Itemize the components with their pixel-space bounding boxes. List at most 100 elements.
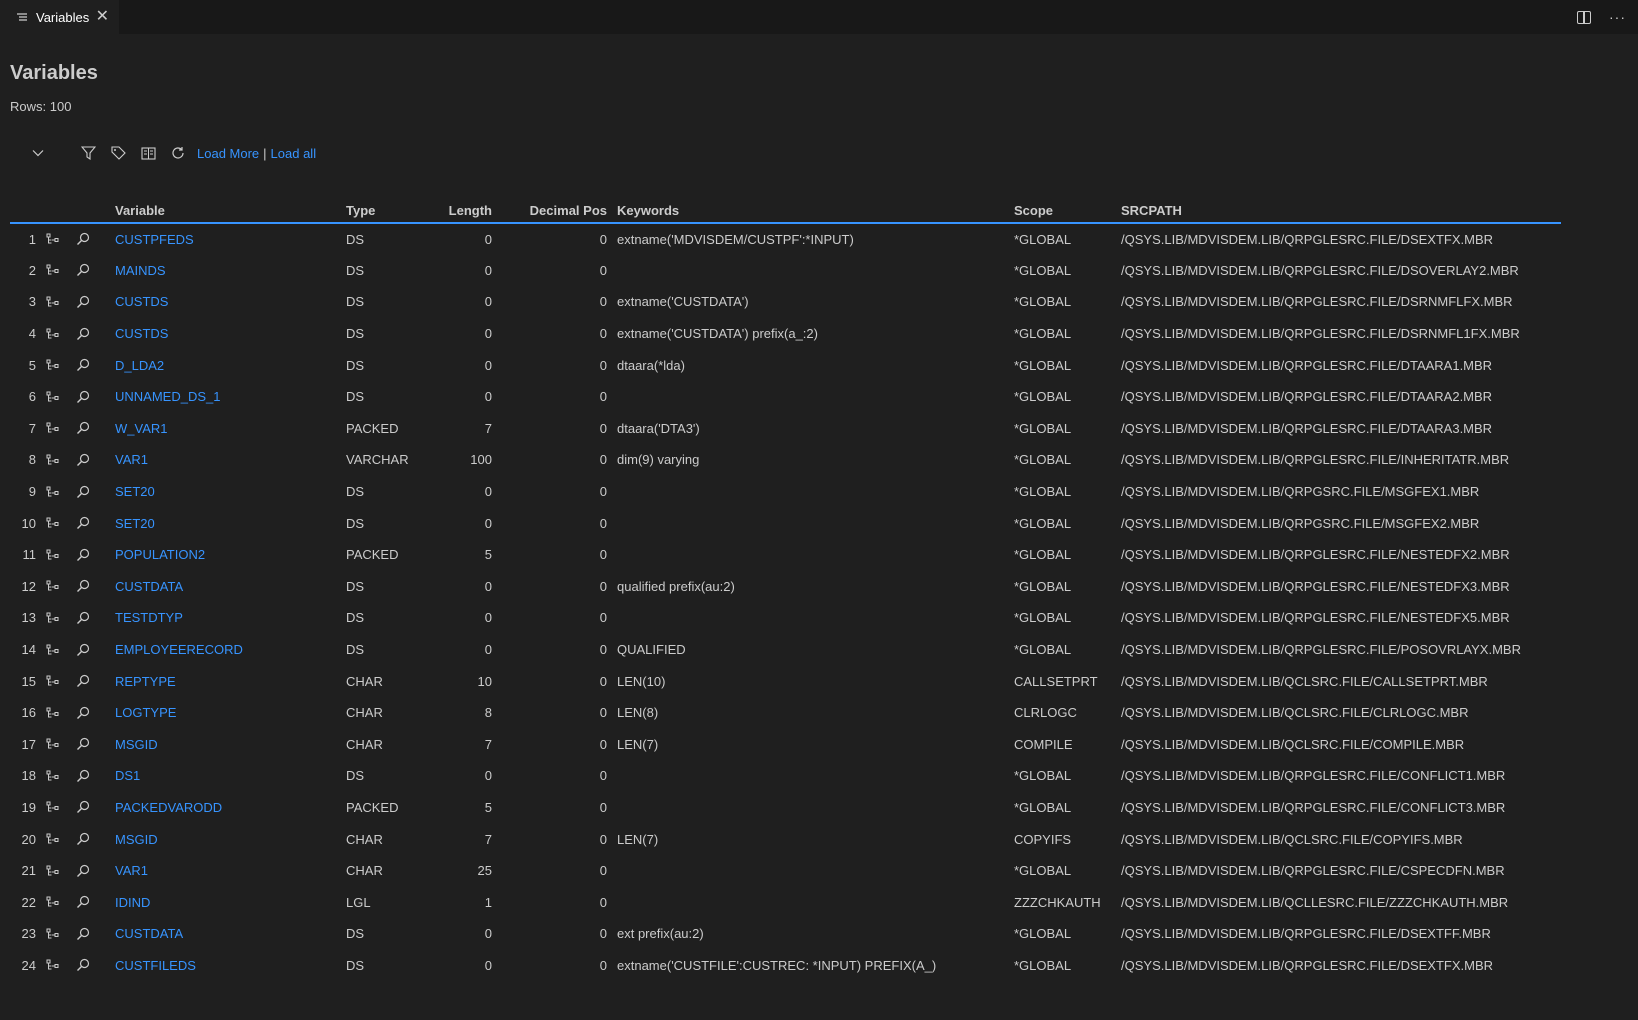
variable-link[interactable]: W_VAR1	[115, 421, 168, 436]
search-icon[interactable]	[72, 703, 94, 723]
table-row[interactable]: 21 VAR1 CHAR 25 0 *GLOBAL/QSYS.LIB/MDVISDEM.L…	[10, 855, 1561, 887]
hierarchy-icon[interactable]	[42, 355, 64, 375]
variable-link[interactable]: DS1	[115, 768, 140, 783]
tab-variables[interactable]: Variables ✕	[0, 0, 119, 34]
hierarchy-icon[interactable]	[42, 671, 64, 691]
variable-link[interactable]: REPTYPE	[115, 674, 176, 689]
column-header-keywords[interactable]: Keywords	[607, 198, 1014, 224]
table-row[interactable]: 13 TESTDTYP DS 0 0 *GLOBAL/QSYS.LIB/MDVISDEM.…	[10, 602, 1561, 634]
variable-link[interactable]: IDIND	[115, 895, 150, 910]
variable-link[interactable]: CUSTDATA	[115, 926, 183, 941]
hierarchy-icon[interactable]	[42, 260, 64, 280]
hierarchy-icon[interactable]	[42, 955, 64, 975]
search-icon[interactable]	[72, 324, 94, 344]
search-icon[interactable]	[72, 766, 94, 786]
refresh-icon[interactable]	[167, 143, 189, 163]
variable-link[interactable]: MSGID	[115, 737, 158, 752]
search-icon[interactable]	[72, 355, 94, 375]
variable-link[interactable]: CUSTDS	[115, 294, 168, 309]
search-icon[interactable]	[72, 734, 94, 754]
search-icon[interactable]	[72, 608, 94, 628]
search-icon[interactable]	[72, 576, 94, 596]
hierarchy-icon[interactable]	[42, 387, 64, 407]
hierarchy-icon[interactable]	[42, 829, 64, 849]
variable-link[interactable]: CUSTPFEDS	[115, 232, 194, 247]
hierarchy-icon[interactable]	[42, 640, 64, 660]
table-row[interactable]: 23 CUSTDATA DS 0 0 ext prefix(au:2) *GLOBAL/QS…	[10, 918, 1561, 950]
variable-link[interactable]: MAINDS	[115, 263, 166, 278]
variable-link[interactable]: POPULATION2	[115, 547, 205, 562]
search-icon[interactable]	[72, 513, 94, 533]
hierarchy-icon[interactable]	[42, 608, 64, 628]
table-row[interactable]: 1 CUSTPFEDS DS 0 0 extname('MDVISDEM/CUSTPF':…	[10, 223, 1561, 255]
column-header-scope[interactable]: Scope	[1014, 198, 1121, 224]
column-header-variable[interactable]: Variable	[115, 198, 346, 224]
search-icon[interactable]	[72, 387, 94, 407]
table-row[interactable]: 8 VAR1 VARCHAR 100 0 dim(9) varying *GLOBAL/QS…	[10, 444, 1561, 476]
search-icon[interactable]	[72, 292, 94, 312]
variable-link[interactable]: MSGID	[115, 832, 158, 847]
table-row[interactable]: 2 MAINDS DS 0 0 *GLOBAL/QSYS.LIB/MDVISDEM.LIB…	[10, 255, 1561, 287]
close-icon[interactable]: ✕	[96, 9, 109, 25]
variable-link[interactable]: UNNAMED_DS_1	[115, 389, 220, 404]
table-row[interactable]: 17 MSGID CHAR 7 0 LEN(7) COMPILE/QSYS.LIB/MDVI…	[10, 729, 1561, 761]
hierarchy-icon[interactable]	[42, 861, 64, 881]
column-header-srcpath[interactable]: SRCPATH	[1121, 198, 1561, 224]
hierarchy-icon[interactable]	[42, 482, 64, 502]
table-row[interactable]: 7 W_VAR1 PACKED 7 0 dtaara('DTA3') *GLOBAL/QSY…	[10, 413, 1561, 445]
hierarchy-icon[interactable]	[42, 734, 64, 754]
table-row[interactable]: 3 CUSTDS DS 0 0 extname('CUSTDATA') *GLOBAL/QS…	[10, 286, 1561, 318]
table-row[interactable]: 22 IDIND LGL 1 0 ZZZCHKAUTH/QSYS.LIB/MDVISDEM…	[10, 886, 1561, 918]
search-icon[interactable]	[72, 482, 94, 502]
search-icon[interactable]	[72, 924, 94, 944]
table-row[interactable]: 10 SET20 DS 0 0 *GLOBAL/QSYS.LIB/MDVISDEM.LIB…	[10, 507, 1561, 539]
column-header-decimal-pos[interactable]: Decimal Pos	[492, 198, 607, 224]
variable-link[interactable]: VAR1	[115, 452, 148, 467]
hierarchy-icon[interactable]	[42, 450, 64, 470]
search-icon[interactable]	[72, 229, 94, 249]
more-actions-icon[interactable]: ···	[1609, 9, 1626, 25]
search-icon[interactable]	[72, 797, 94, 817]
search-icon[interactable]	[72, 861, 94, 881]
variable-link[interactable]: TESTDTYP	[115, 610, 183, 625]
split-editor-icon[interactable]	[1577, 10, 1591, 24]
variable-link[interactable]: SET20	[115, 484, 155, 499]
variable-link[interactable]: LOGTYPE	[115, 705, 176, 720]
table-row[interactable]: 18 DS1 DS 0 0 *GLOBAL/QSYS.LIB/MDVISDEM.LIB/Q…	[10, 760, 1561, 792]
search-icon[interactable]	[72, 418, 94, 438]
column-header-type[interactable]: Type	[346, 198, 436, 224]
table-row[interactable]: 15 REPTYPE CHAR 10 0 LEN(10) CALLSETPRT/QSYS.L…	[10, 665, 1561, 697]
hierarchy-icon[interactable]	[42, 892, 64, 912]
variable-link[interactable]: PACKEDVARODD	[115, 800, 222, 815]
hierarchy-icon[interactable]	[42, 766, 64, 786]
hierarchy-icon[interactable]	[42, 545, 64, 565]
search-icon[interactable]	[72, 640, 94, 660]
search-icon[interactable]	[72, 450, 94, 470]
table-row[interactable]: 6 UNNAMED_DS_1 DS 0 0 *GLOBAL/QSYS.LIB/MDVISD…	[10, 381, 1561, 413]
table-row[interactable]: 16 LOGTYPE CHAR 8 0 LEN(8) CLRLOGC/QSYS.LIB/MD…	[10, 697, 1561, 729]
variable-link[interactable]: EMPLOYEERECORD	[115, 642, 243, 657]
search-icon[interactable]	[72, 545, 94, 565]
variable-link[interactable]: CUSTFILEDS	[115, 958, 196, 973]
hierarchy-icon[interactable]	[42, 292, 64, 312]
chevron-down-icon[interactable]	[27, 143, 49, 163]
table-row[interactable]: 24 CUSTFILEDS DS 0 0 extname('CUSTFILE':CUSTR…	[10, 950, 1561, 982]
search-icon[interactable]	[72, 829, 94, 849]
load-more-link[interactable]: Load More	[197, 146, 259, 161]
table-row[interactable]: 9 SET20 DS 0 0 *GLOBAL/QSYS.LIB/MDVISDEM.LIB/…	[10, 476, 1561, 508]
hierarchy-icon[interactable]	[42, 418, 64, 438]
hierarchy-icon[interactable]	[42, 324, 64, 344]
tag-icon[interactable]	[107, 143, 129, 163]
table-row[interactable]: 12 CUSTDATA DS 0 0 qualified prefix(au:2) *GLO…	[10, 571, 1561, 603]
load-all-link[interactable]: Load all	[271, 146, 317, 161]
hierarchy-icon[interactable]	[42, 703, 64, 723]
hierarchy-icon[interactable]	[42, 513, 64, 533]
hierarchy-icon[interactable]	[42, 797, 64, 817]
variable-link[interactable]: CUSTDS	[115, 326, 168, 341]
variable-link[interactable]: D_LDA2	[115, 358, 164, 373]
table-row[interactable]: 19 PACKEDVARODD PACKED 5 0 *GLOBAL/QSYS.LIB/M…	[10, 792, 1561, 824]
search-icon[interactable]	[72, 260, 94, 280]
table-row[interactable]: 5 D_LDA2 DS 0 0 dtaara(*lda) *GLOBAL/QSYS.LIB/…	[10, 349, 1561, 381]
variable-link[interactable]: SET20	[115, 516, 155, 531]
table-row[interactable]: 14 EMPLOYEERECORD DS 0 0 QUALIFIED *GLOBAL/QSY…	[10, 634, 1561, 666]
